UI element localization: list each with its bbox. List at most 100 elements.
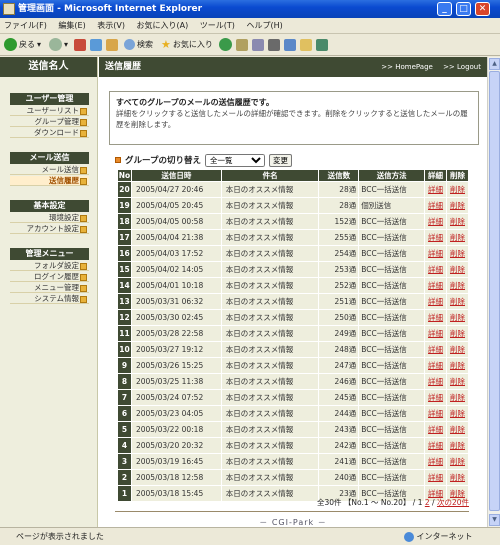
detail-link[interactable]: 詳細	[424, 453, 448, 470]
sidebar-item-group-management[interactable]: グループ管理	[10, 117, 89, 127]
change-button[interactable]: 変更	[269, 153, 292, 167]
delete-link[interactable]: 削除	[446, 245, 469, 262]
detail-link[interactable]: 詳細	[424, 181, 448, 198]
delete-link[interactable]: 削除	[446, 341, 469, 358]
scroll-up-arrow-icon[interactable]: ▲	[489, 58, 500, 70]
delete-link[interactable]: 削除	[446, 389, 469, 406]
delete-link[interactable]: 削除	[446, 453, 469, 470]
detail-link[interactable]: 詳細	[424, 373, 448, 390]
chevron-down-icon: ▾	[37, 40, 42, 49]
detail-link[interactable]: 詳細	[424, 229, 448, 246]
delete-link[interactable]: 削除	[446, 309, 469, 326]
pagination-page-2[interactable]: 2	[425, 498, 430, 507]
delete-link[interactable]: 削除	[446, 261, 469, 278]
sidebar-item-folder-settings[interactable]: フォルダ設定	[10, 261, 89, 271]
maximize-button[interactable]: □	[456, 2, 471, 16]
sidebar-item-menu-management[interactable]: メニュー管理	[10, 283, 89, 293]
detail-link[interactable]: 詳細	[424, 197, 448, 214]
table-row: 14 2005/04/01 10:18 本日のオススメ情報 252通 BCC一括送信 詳細…	[117, 277, 469, 294]
row-method: BCC一括送信	[358, 261, 426, 278]
row-method: BCC一括送信	[358, 293, 426, 310]
chevron-down-icon: ▾	[64, 40, 69, 49]
sidebar: 送信名人 ユーザー管理 ユーザーリスト グループ管理 ダウンロード メール送信 …	[0, 57, 98, 527]
forward-button[interactable]: ▾	[47, 36, 70, 54]
history-icon[interactable]	[235, 38, 248, 51]
folder-icon[interactable]	[299, 38, 312, 51]
delete-link[interactable]: 削除	[446, 469, 469, 486]
messenger-icon[interactable]	[315, 38, 328, 51]
detail-link[interactable]: 詳細	[424, 293, 448, 310]
detail-link[interactable]: 詳細	[424, 389, 448, 406]
sidebar-item-user-list[interactable]: ユーザーリスト	[10, 106, 89, 116]
delete-link[interactable]: 削除	[446, 229, 469, 246]
forward-arrow-icon	[49, 38, 63, 51]
row-method: 個別送信	[358, 197, 426, 214]
vertical-scrollbar[interactable]: ▲ ▼	[487, 57, 500, 527]
detail-link[interactable]: 詳細	[424, 437, 448, 454]
home-icon[interactable]	[106, 38, 119, 51]
sidebar-item-login-history[interactable]: ログイン履歴	[10, 272, 89, 282]
mail-icon[interactable]	[251, 38, 264, 51]
detail-link[interactable]: 詳細	[424, 261, 448, 278]
delete-link[interactable]: 削除	[446, 421, 469, 438]
sidebar-item-system-info[interactable]: システム情報	[10, 294, 89, 304]
row-no: 4	[117, 437, 132, 454]
detail-link[interactable]: 詳細	[424, 325, 448, 342]
print-icon[interactable]	[267, 38, 280, 51]
row-no: 18	[117, 213, 132, 230]
delete-link[interactable]: 削除	[446, 357, 469, 374]
media-icon[interactable]	[218, 38, 232, 51]
menu-view[interactable]: 表示(V)	[97, 21, 125, 30]
row-method: BCC一括送信	[358, 229, 426, 246]
search-button[interactable]: 検索	[122, 36, 155, 54]
homepage-link[interactable]: >> HomePage	[381, 63, 433, 71]
row-subject: 本日のオススメ情報	[220, 325, 320, 342]
sidebar-item-send-mail[interactable]: メール送信	[10, 165, 89, 175]
menu-help[interactable]: ヘルプ(H)	[246, 21, 282, 30]
back-button[interactable]: 戻る ▾	[2, 36, 43, 54]
detail-link[interactable]: 詳細	[424, 405, 448, 422]
next-page-link[interactable]: 次の20件	[437, 498, 469, 507]
detail-link[interactable]: 詳細	[424, 421, 448, 438]
delete-link[interactable]: 削除	[446, 373, 469, 390]
detail-link[interactable]: 詳細	[424, 469, 448, 486]
group-select[interactable]: 全一覧	[205, 153, 265, 167]
scroll-thumb[interactable]	[489, 71, 500, 511]
row-count: 244通	[318, 405, 360, 422]
row-date: 2005/03/18 12:58	[130, 469, 222, 486]
delete-link[interactable]: 削除	[446, 277, 469, 294]
row-no: 17	[117, 229, 132, 246]
delete-link[interactable]: 削除	[446, 325, 469, 342]
stop-icon[interactable]	[74, 38, 87, 51]
detail-link[interactable]: 詳細	[424, 309, 448, 326]
delete-link[interactable]: 削除	[446, 405, 469, 422]
back-arrow-icon	[4, 38, 17, 51]
sidebar-item-download[interactable]: ダウンロード	[10, 128, 89, 138]
detail-link[interactable]: 詳細	[424, 357, 448, 374]
menu-favorites[interactable]: お気に入り(A)	[137, 21, 189, 30]
row-subject: 本日のオススメ情報	[220, 261, 320, 278]
detail-link[interactable]: 詳細	[424, 245, 448, 262]
delete-link[interactable]: 削除	[446, 213, 469, 230]
edit-icon[interactable]	[283, 38, 296, 51]
scroll-down-arrow-icon[interactable]: ▼	[489, 514, 500, 526]
menu-tools[interactable]: ツール(T)	[200, 21, 235, 30]
menu-file[interactable]: ファイル(F)	[4, 21, 47, 30]
refresh-icon[interactable]	[90, 38, 103, 51]
favorites-button[interactable]: ★ お気に入り	[159, 36, 215, 54]
sidebar-item-send-history[interactable]: 送信履歴	[10, 176, 89, 186]
delete-link[interactable]: 削除	[446, 293, 469, 310]
delete-link[interactable]: 削除	[446, 437, 469, 454]
sidebar-item-account-settings[interactable]: アカウント設定	[10, 224, 89, 234]
sidebar-item-environment-settings[interactable]: 環境設定	[10, 213, 89, 223]
row-subject: 本日のオススメ情報	[220, 277, 320, 294]
close-button[interactable]: ✕	[475, 2, 490, 16]
delete-link[interactable]: 削除	[446, 181, 469, 198]
logout-link[interactable]: >> Logout	[443, 63, 481, 71]
detail-link[interactable]: 詳細	[424, 213, 448, 230]
menu-edit[interactable]: 編集(E)	[58, 21, 85, 30]
detail-link[interactable]: 詳細	[424, 277, 448, 294]
minimize-button[interactable]: _	[437, 2, 452, 16]
detail-link[interactable]: 詳細	[424, 341, 448, 358]
delete-link[interactable]: 削除	[446, 197, 469, 214]
